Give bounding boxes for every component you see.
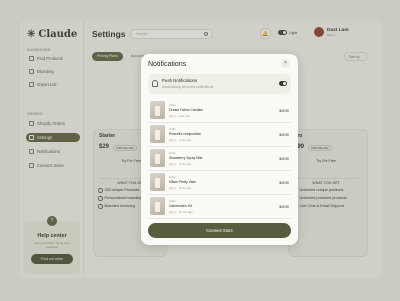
product-thumbnail bbox=[150, 173, 165, 191]
bell-icon bbox=[152, 80, 158, 87]
product-price: $49.90 bbox=[279, 157, 289, 161]
list-item[interactable]: Order Peaceful composition Qty: 1 · 2 mi… bbox=[148, 123, 291, 147]
push-subtitle: Automatically send new notifications bbox=[162, 85, 214, 89]
list-item[interactable]: Order Strawberry Spray Mist Qty: 1 · 5 m… bbox=[148, 147, 291, 171]
push-toggle[interactable] bbox=[279, 81, 287, 86]
list-item[interactable]: Order Dream Fabric Candles Qty: 1 · Just… bbox=[148, 99, 291, 123]
product-name: Strawberry Spray Mist bbox=[169, 156, 203, 160]
product-thumbnail bbox=[150, 125, 165, 143]
list-item[interactable]: Order Mikes Pretty Vase Qty: 1 · 8 min a… bbox=[148, 171, 291, 195]
close-icon[interactable]: × bbox=[281, 59, 290, 68]
product-name: Mikes Pretty Vase bbox=[169, 180, 197, 184]
list-item[interactable]: Order Gamemak's Kit Qty: 1 · 10 min ago … bbox=[148, 195, 291, 219]
push-notifications-setting: Push Notifications Automatically send ne… bbox=[148, 74, 291, 94]
product-price: $49.90 bbox=[279, 205, 289, 209]
notification-list: Order Dream Fabric Candles Qty: 1 · Just… bbox=[148, 99, 291, 219]
product-price: $49.90 bbox=[279, 181, 289, 185]
product-thumbnail bbox=[150, 149, 165, 167]
product-thumbnail bbox=[150, 197, 165, 215]
notifications-modal: Notifications × Push Notifications Autom… bbox=[141, 54, 298, 245]
product-price: $49.90 bbox=[279, 109, 289, 113]
modal-title: Notifications bbox=[148, 61, 187, 68]
connect-store-button[interactable]: Connect Store bbox=[148, 223, 291, 238]
product-name: Dream Fabric Candles bbox=[169, 108, 203, 112]
product-price: $49.90 bbox=[279, 133, 289, 137]
product-name: Gamemak's Kit bbox=[169, 204, 192, 208]
push-title: Push Notifications bbox=[162, 78, 198, 83]
product-thumbnail bbox=[150, 101, 165, 119]
product-name: Peaceful composition bbox=[169, 132, 202, 136]
